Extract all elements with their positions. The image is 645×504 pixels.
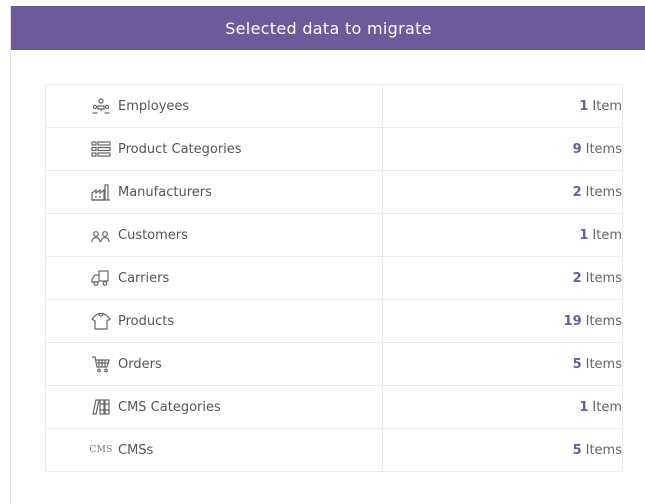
row-label: Carriers [118, 270, 170, 286]
migration-summary-panel: Selected data to migrate Employees 1 Item [10, 6, 645, 504]
row-label: Manufacturers [118, 184, 212, 200]
table-row: Employees 1 Item [45, 84, 623, 128]
row-unit: Items [585, 270, 622, 286]
row-unit: Item [592, 399, 622, 415]
row-label: Products [118, 313, 175, 329]
product-categories-icon [90, 140, 112, 158]
orders-icon [90, 355, 112, 373]
row-label: Customers [118, 227, 188, 243]
row-unit: Items [585, 442, 622, 458]
table-row: Customers 1 Item [45, 213, 623, 257]
cms-icon: CMS [89, 445, 113, 455]
table-row: Products 19 Items [45, 299, 623, 343]
row-count: 5 [572, 442, 582, 458]
migration-table: Employees 1 Item Product Categories 9 Item… [45, 84, 623, 472]
carriers-icon [90, 269, 112, 287]
row-label: Employees [118, 98, 190, 114]
table-row: Manufacturers 2 Items [45, 170, 623, 214]
row-label: CMS Categories [118, 399, 221, 415]
row-label: CMSs [118, 442, 154, 458]
row-count: 2 [572, 270, 582, 286]
row-label: Orders [118, 356, 162, 372]
row-unit: Items [585, 184, 622, 200]
row-unit: Items [585, 356, 622, 372]
table-row: CMS Categories 1 Item [45, 385, 623, 429]
table-row: CMS CMSs 5 Items [45, 428, 623, 472]
row-count: 5 [572, 356, 582, 372]
row-label: Product Categories [118, 141, 242, 157]
row-count: 9 [572, 141, 582, 157]
table-row: Product Categories 9 Items [45, 127, 623, 171]
products-icon [90, 312, 112, 330]
row-count: 1 [579, 98, 589, 114]
employees-icon [90, 97, 112, 115]
row-unit: Items [585, 313, 622, 329]
row-unit: Item [592, 98, 622, 114]
manufacturers-icon [90, 183, 112, 201]
table-row: Orders 5 Items [45, 342, 623, 386]
row-unit: Items [585, 141, 622, 157]
row-count: 1 [579, 399, 589, 415]
panel-header: Selected data to migrate [11, 6, 645, 50]
customers-icon [90, 226, 112, 244]
panel-title: Selected data to migrate [225, 18, 432, 38]
table-row: Carriers 2 Items [45, 256, 623, 300]
row-count: 19 [563, 313, 582, 329]
row-unit: Item [592, 227, 622, 243]
cms-categories-icon [90, 398, 112, 416]
row-count: 2 [572, 184, 582, 200]
row-count: 1 [579, 227, 589, 243]
